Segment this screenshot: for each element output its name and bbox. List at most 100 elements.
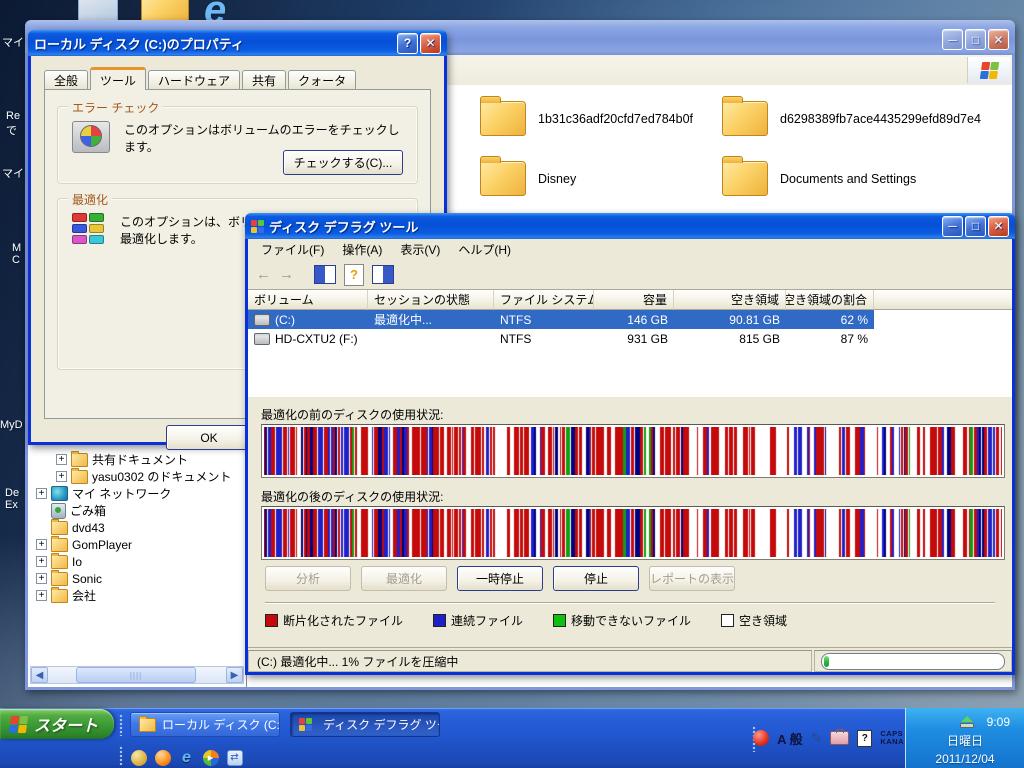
defrag-app-icon [251,220,264,233]
column-header[interactable]: ボリューム [248,290,368,310]
expand-icon[interactable]: + [36,539,47,550]
paint-icon[interactable] [130,749,147,766]
expand-icon[interactable]: + [36,556,47,567]
outlook-express-icon[interactable]: ⇄ [226,749,243,766]
internet-explorer-icon[interactable]: e [178,749,195,766]
minimize-icon[interactable]: ─ [942,216,963,237]
maximize-icon[interactable]: □ [965,216,986,237]
menu-item-1[interactable]: 操作(A) [333,239,391,260]
tree-item-ごみ箱[interactable]: ごみ箱 [28,502,246,519]
menu-item-0[interactable]: ファイル(F) [252,239,333,260]
file-item[interactable]: Disney [480,161,576,196]
ime-mode-indicator[interactable]: A 般 [777,729,803,748]
tree-item-Sonic[interactable]: +Sonic [28,570,246,587]
close-icon[interactable]: ✕ [988,29,1009,50]
folder-icon [722,161,768,196]
horizontal-scrollbar[interactable]: ◀ |||| ▶ [30,666,244,684]
taskbar-task-0[interactable]: ローカル ディスク (C:) [130,712,280,737]
volume-cell: NTFS [494,332,594,346]
taskbar: スタート ローカル ディスク (C:) ディスク デフラグ ツール e ▶ ⇄ A 般… [0,708,1024,768]
desktop-icon-label: De [5,487,19,499]
button-一時停止[interactable]: 一時停止 [457,566,543,591]
tree-item-yasu0302 のドキュメント[interactable]: +yasu0302 のドキュメント [28,468,246,485]
analysis-view-icon[interactable] [314,265,336,284]
expand-icon[interactable]: + [36,488,47,499]
before-usage-label: 最適化の前のディスクの使用状況: [261,406,444,423]
forward-icon[interactable]: → [279,267,294,282]
check-now-button[interactable]: チェックする(C)... [283,150,403,175]
defrag-app-icon [299,718,312,731]
column-header[interactable]: 空き領域の割合 [786,290,874,310]
column-header[interactable]: ファイル システム [494,290,594,310]
before-usage-bar [261,424,1005,478]
volume-list-header: ボリュームセッションの状態ファイル システム容量空き領域空き領域の割合 [248,290,1012,310]
expand-icon[interactable]: + [36,590,47,601]
tree-item-共有ドキュメント[interactable]: + 共有ドキュメント [28,451,246,468]
scroll-right-icon[interactable]: ▶ [226,667,243,683]
desktop-icon-label: マイ [2,165,24,181]
tab-クォータ[interactable]: クォータ [288,70,356,90]
scroll-left-icon[interactable]: ◀ [31,667,48,683]
tab-全般[interactable]: 全般 [44,70,88,90]
volume-row[interactable]: HD-CXTU2 (F:)NTFS931 GB815 GB87 % [248,329,874,348]
disk-defrag-window: ディスク デフラグ ツール ─ □ ✕ ファイル(F)操作(A)表示(V)ヘルプ… [245,213,1015,675]
expand-icon[interactable]: + [36,573,47,584]
tab-strip: 全般ツールハードウェア共有クォータ [44,67,358,90]
tab-共有[interactable]: 共有 [242,70,286,90]
dialog-titlebar[interactable]: ローカル ディスク (C:)のプロパティ ? ✕ [28,30,447,56]
tree-item-GomPlayer[interactable]: +GomPlayer [28,536,246,553]
close-icon[interactable]: ✕ [420,33,441,54]
close-icon[interactable]: ✕ [988,216,1009,237]
media-player-icon[interactable]: ▶ [202,749,219,766]
progress-bar [821,653,1005,670]
ok-button[interactable]: OK [166,425,252,450]
tree-item-会社[interactable]: +会社 [28,587,246,604]
tab-ツール[interactable]: ツール [90,67,146,90]
view-report-icon[interactable]: ? [344,264,364,286]
maximize-icon[interactable]: □ [965,29,986,50]
recycle-bin-icon [51,503,66,519]
button-停止[interactable]: 停止 [553,566,639,591]
taskbar-task-1[interactable]: ディスク デフラグ ツール [290,712,440,737]
ime-pen-icon[interactable]: ✎ [811,730,823,747]
volume-row[interactable]: (C:)最適化中...NTFS146 GB90.81 GB62 % [248,310,874,329]
volume-cell: 最適化中... [368,311,494,328]
safely-remove-hardware-icon[interactable] [959,716,975,729]
expand-icon[interactable]: + [56,471,67,482]
ime-toolbox-icon[interactable] [830,731,849,745]
tree-item-dvd43[interactable]: dvd43 [28,519,246,536]
taskbar-grip[interactable] [119,714,123,736]
file-item[interactable]: 1b31c36adf20cfd7ed784b0f [480,101,693,136]
tree-item-マイ ネットワーク[interactable]: +マイ ネットワーク [28,485,246,502]
start-button[interactable]: スタート [0,709,114,739]
minimize-icon[interactable]: ─ [942,29,963,50]
tab-ハードウェア[interactable]: ハードウェア [148,70,240,90]
column-header[interactable]: セッションの状態 [368,290,494,310]
quicklaunch-grip[interactable] [119,746,123,766]
help-icon[interactable]: ? [397,33,418,54]
clock-date: 2011/12/04 [906,749,1024,766]
tree-item-label: 共有ドキュメント [92,451,188,468]
file-item[interactable]: d6298389fb7ace4435299efd89d7e4 [722,101,981,136]
defrag-titlebar[interactable]: ディスク デフラグ ツール ─ □ ✕ [245,213,1015,239]
action-buttons: 分析最適化一時停止停止レポートの表示 [265,566,735,591]
column-header[interactable]: 容量 [594,290,674,310]
ime-help-icon[interactable]: ? [857,730,872,747]
folder-icon [480,161,526,196]
clock-day: 日曜日 [906,729,1024,749]
windows-flag-icon [9,716,28,733]
clock-area[interactable]: 9:09 日曜日 2011/12/04 [905,708,1024,768]
scrollbar-thumb[interactable]: |||| [76,667,196,683]
tree-item-Io[interactable]: +Io [28,553,246,570]
menu-item-3[interactable]: ヘルプ(H) [449,239,520,260]
file-item[interactable]: Documents and Settings [722,161,916,196]
expand-icon[interactable]: + [56,454,67,465]
defrag-view-icon[interactable] [372,265,394,284]
back-icon[interactable]: ← [256,267,271,282]
column-header[interactable]: 空き領域 [674,290,786,310]
menu-item-2[interactable]: 表示(V) [391,239,449,260]
legend-label: 連続ファイル [451,612,523,629]
tray-app-icon-red[interactable] [753,730,769,746]
system-tray: A 般 ✎ ? CAPS KANA [753,708,904,768]
gom-player-icon[interactable] [154,749,171,766]
